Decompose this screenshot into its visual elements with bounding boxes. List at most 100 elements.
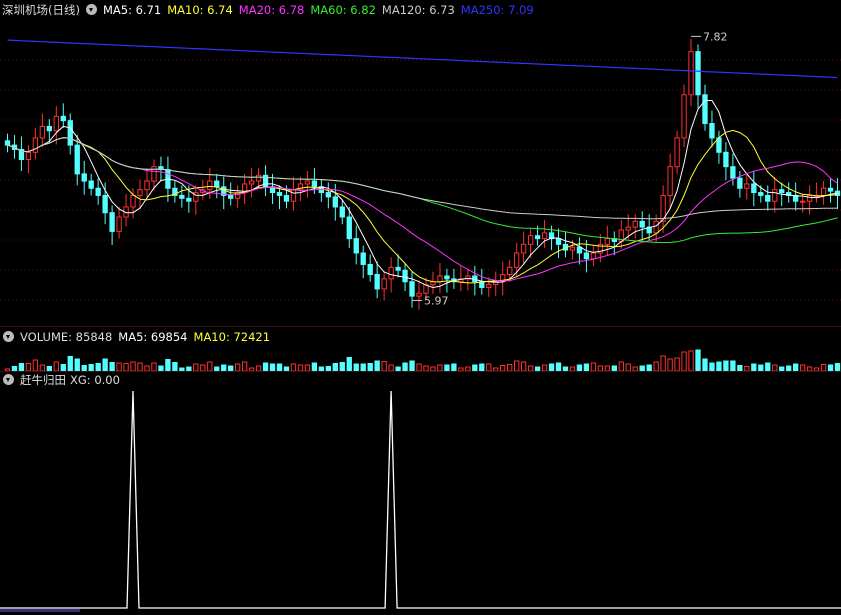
volume-bar [346,357,352,372]
candle-body [207,180,213,191]
candle-body [486,284,492,288]
ma60-line [7,137,838,244]
candle-body [667,166,673,196]
volume-ma5-label: MA5: 69854 [118,330,188,344]
volume-bar [130,361,136,372]
candle-body [374,274,380,290]
volume-bar [360,363,366,372]
volume-bar [18,363,25,372]
candle-body [186,197,192,202]
candle-body [737,177,743,189]
pane-divider [0,326,841,327]
volume-bar [486,363,492,372]
candle-body [353,238,359,254]
volume-bar [74,358,80,372]
candle-body [311,180,318,188]
collapse-icon[interactable] [3,374,14,385]
volume-bar [730,360,736,372]
candle-body [653,220,659,234]
collapse-icon[interactable] [3,331,14,342]
candle-body [74,144,80,175]
candle-body [339,206,345,218]
volume-bar [765,362,771,372]
candle-body [590,252,597,260]
volume-bar [625,363,631,372]
volume-bar [653,361,659,372]
candle-body [772,189,778,202]
candle-body [409,281,415,297]
volume-bar [618,361,624,372]
candle-body [102,194,108,214]
volume-bar [32,359,39,372]
candle-body [520,243,527,254]
volume-bar [207,361,213,372]
volume-bar [67,356,73,372]
candle-body [290,189,297,202]
volume-chart[interactable] [0,344,841,374]
candle-body [639,220,645,228]
volume-bar [695,349,701,372]
candle-body [32,137,39,153]
candle-body [60,115,66,122]
volume-bar [514,360,520,372]
candle-body [723,151,729,168]
candle-body [604,238,610,245]
volume-bar [276,363,283,372]
volume-bar [290,363,297,372]
candle-body [179,194,185,199]
candle-body [130,194,136,208]
candle-body [25,151,32,160]
volume-bar [165,359,171,372]
volume-bar [123,363,129,372]
volume-bar [681,351,687,372]
candle-body [765,194,771,202]
volume-bar [53,361,59,372]
candle-body [820,187,827,196]
volume-bar [374,360,380,372]
ma250-line [7,39,838,79]
candle-body [346,216,352,240]
volume-bar [193,363,199,372]
volume-bar [751,363,757,372]
candle-body [583,252,590,260]
candle-body [325,192,331,198]
candle-body [144,180,150,191]
candle-body [674,137,680,168]
candle-body [569,246,576,251]
candle-body [67,120,73,146]
candle-body [534,235,541,240]
volume-bar [241,361,248,372]
volume-bar [590,362,597,372]
candle-body [53,115,59,132]
volume-bar [793,363,799,372]
candle-body [276,192,283,196]
candle-body [360,252,366,265]
indicator-chart[interactable] [0,388,841,613]
volume-bar [688,350,694,372]
candle-body [779,189,785,194]
candle-body [806,194,813,202]
candle-body [444,275,450,280]
candle-body [437,275,443,283]
candle-body [388,266,394,280]
volume-bar [674,357,680,372]
indicator-name: 赶牛归田 [20,373,66,387]
pane-divider [0,371,841,372]
volume-bar [235,363,241,372]
volume-bar [381,361,387,372]
candle-body [799,200,806,203]
price-chart[interactable]: 7.82 5.97 [0,0,841,330]
volume-bar [723,360,729,372]
volume-bar [367,363,373,372]
candle-body [688,51,694,96]
high-price-label: 7.82 [703,30,728,43]
xg-line [0,390,841,609]
volume-bar [548,363,555,372]
candle-body [527,235,534,245]
candle-body [214,180,220,188]
volume-bar [479,363,485,372]
candle-body [541,232,548,240]
candle-body [95,187,101,196]
volume-bar [95,363,101,372]
volume-bar [555,362,562,372]
